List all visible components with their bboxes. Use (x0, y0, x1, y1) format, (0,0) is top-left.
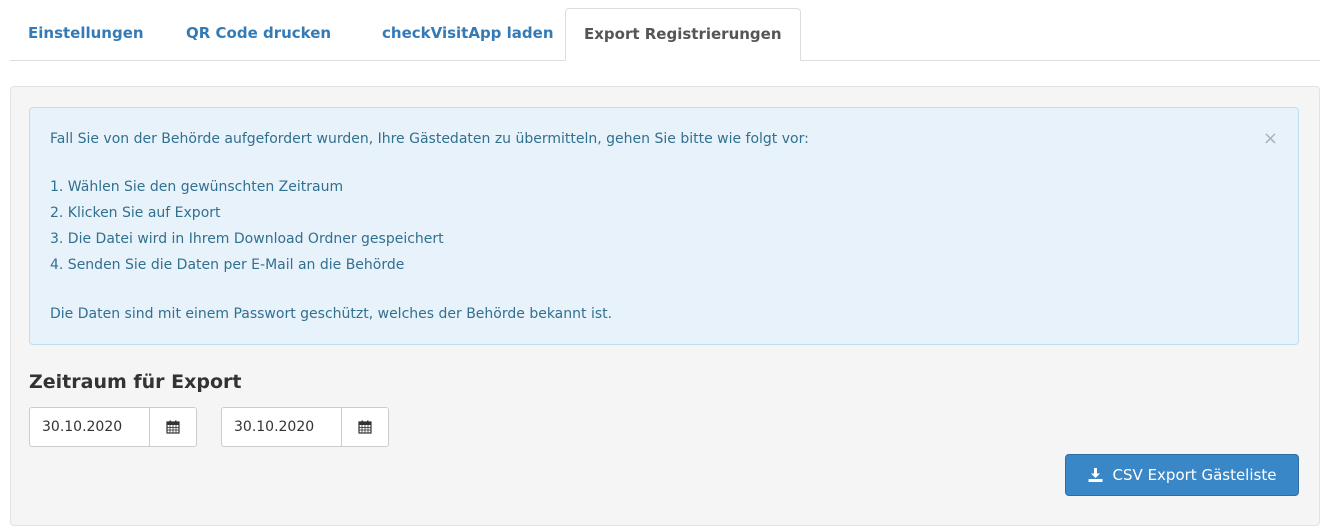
close-icon[interactable]: × (1263, 130, 1278, 148)
tab-einstellungen[interactable]: Einstellungen (10, 8, 162, 60)
date-from-calendar-button[interactable] (149, 407, 197, 447)
alert-note: Die Daten sind mit einem Passwort geschü… (50, 306, 613, 322)
tab-qr-code-drucken[interactable]: QR Code drucken (168, 8, 349, 60)
date-to-group (221, 407, 389, 447)
tab-checkvisitapp-laden[interactable]: checkVisitApp laden (364, 8, 572, 60)
export-period-heading: Zeitraum für Export (29, 371, 242, 393)
tab-bar: Einstellungen QR Code drucken checkVisit… (10, 8, 1320, 61)
date-to-calendar-button[interactable] (341, 407, 389, 447)
calendar-icon (358, 420, 372, 434)
csv-export-button-label: CSV Export Gästeliste (1112, 466, 1277, 484)
date-from-group (29, 407, 197, 447)
download-icon (1088, 468, 1103, 482)
csv-export-button[interactable]: CSV Export Gästeliste (1065, 454, 1299, 496)
info-alert: Fall Sie von der Behörde aufgefordert wu… (29, 107, 1299, 345)
alert-step-3: 3. Die Datei wird in Ihrem Download Ordn… (50, 231, 444, 247)
alert-step-4: 4. Senden Sie die Daten per E-Mail an di… (50, 257, 405, 273)
export-panel: Fall Sie von der Behörde aufgefordert wu… (10, 86, 1320, 526)
date-to-input[interactable] (221, 407, 341, 447)
date-from-input[interactable] (29, 407, 149, 447)
alert-intro: Fall Sie von der Behörde aufgefordert wu… (50, 131, 809, 147)
alert-step-1: 1. Wählen Sie den gewünschten Zeitraum (50, 179, 344, 195)
tab-export-registrierungen[interactable]: Export Registrierungen (565, 8, 801, 61)
alert-step-2: 2. Klicken Sie auf Export (50, 205, 221, 221)
calendar-icon (166, 420, 180, 434)
